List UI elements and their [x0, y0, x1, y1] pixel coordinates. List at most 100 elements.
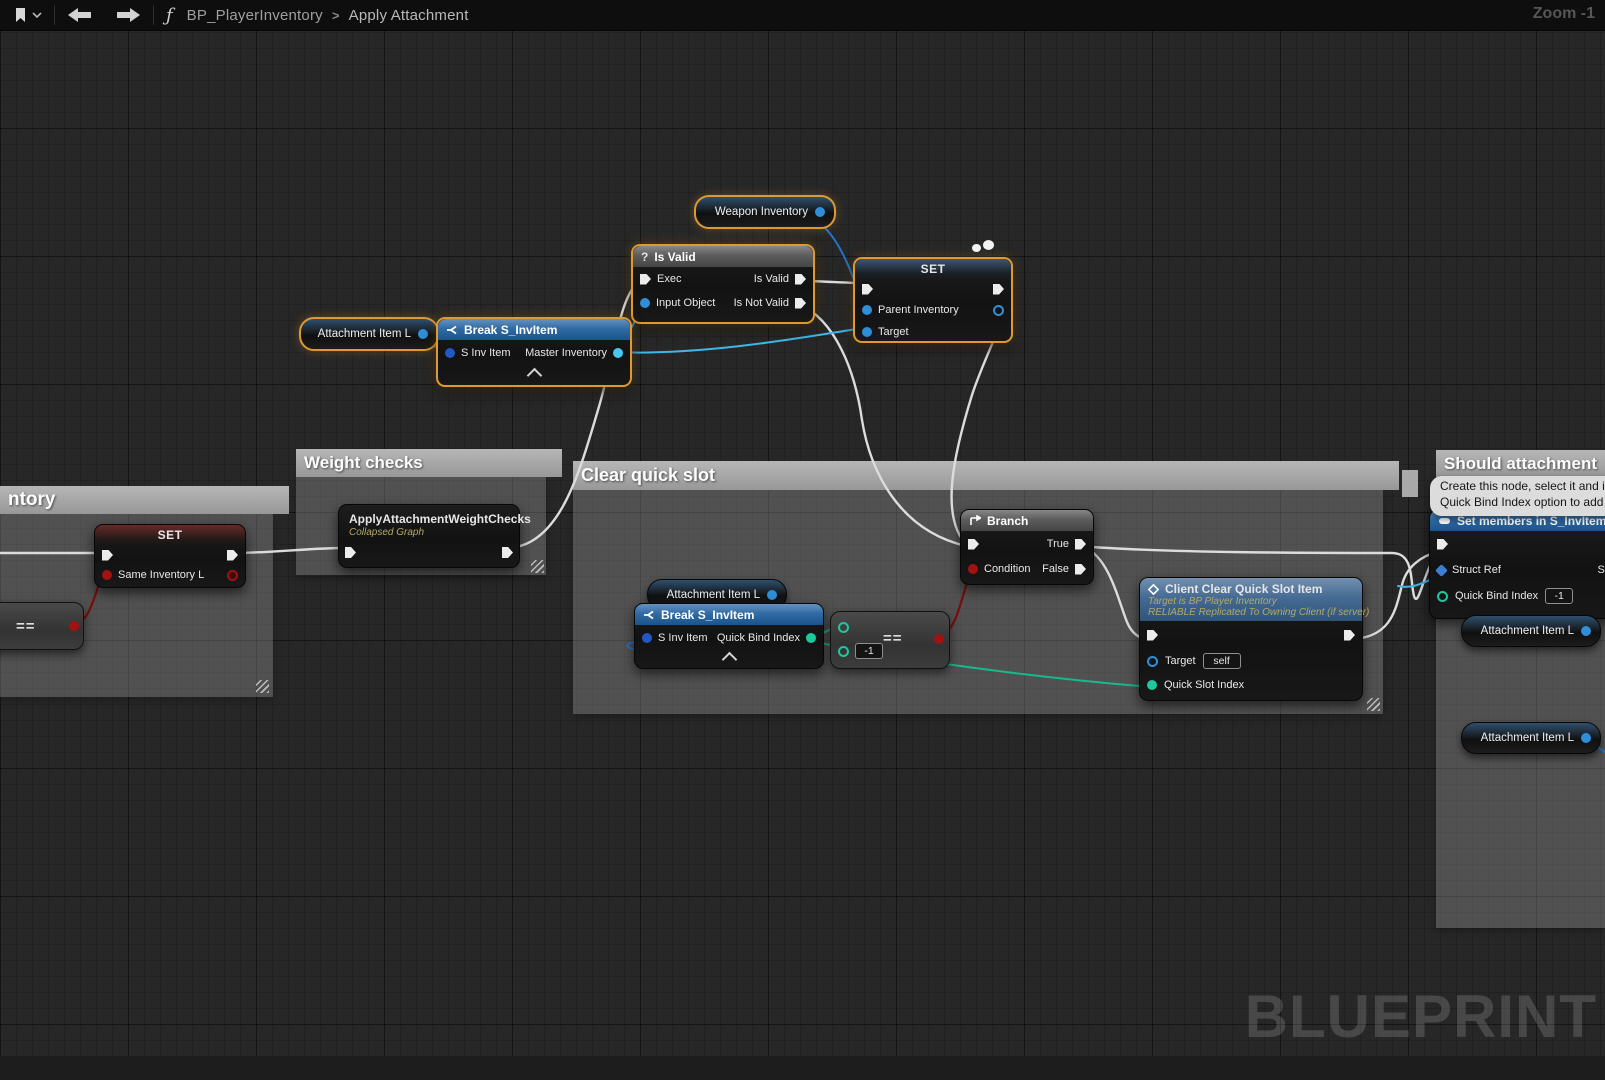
exec-in-pin[interactable]	[968, 539, 979, 550]
node-apply-attachment-weight-checks[interactable]: ApplyAttachmentWeightChecks Collapsed Gr…	[338, 504, 520, 568]
blueprint-watermark: BLUEPRINT	[1245, 982, 1597, 1051]
int-in-pin[interactable]	[1437, 591, 1448, 602]
exec-in-pin[interactable]	[862, 284, 873, 295]
object-out-pin[interactable]	[815, 207, 825, 217]
expand-chevron-icon[interactable]	[526, 368, 542, 384]
collapsed-graph-subtitle: Collapsed Graph	[339, 526, 519, 538]
variable-label: Attachment Item L	[1481, 625, 1574, 637]
object-out-pin[interactable]	[418, 329, 428, 339]
node-equal-mid[interactable]: -1 ==	[830, 611, 950, 669]
back-button[interactable]	[67, 7, 93, 23]
breadcrumb-separator-icon: >	[332, 8, 340, 23]
object-out-pin[interactable]	[1581, 626, 1591, 636]
breadcrumb-root[interactable]: BP_PlayerInventory	[187, 7, 323, 24]
target-self-pin[interactable]	[1147, 656, 1158, 667]
exec-out-pin[interactable]	[993, 284, 1004, 295]
node-set-same-inventory[interactable]: SET Same Inventory L	[94, 524, 246, 588]
forward-button[interactable]	[115, 7, 141, 23]
pin-label: Target	[878, 326, 909, 338]
int-out-pin[interactable]	[806, 633, 816, 643]
rpc-node-title: Client Clear Quick Slot Item	[1165, 582, 1322, 596]
node-break-s-invitem-top[interactable]: Break S_InvItem S Inv Item Master Invent…	[436, 317, 632, 387]
comment-weight-checks-resize-handle[interactable]	[531, 560, 544, 573]
pin-label: Exec	[657, 273, 681, 285]
expand-chevron-icon[interactable]	[721, 652, 737, 668]
node-is-valid[interactable]: ? Is Valid Exec Is Valid Input Object Is…	[631, 244, 815, 324]
struct-pin[interactable]	[445, 348, 455, 358]
node-equal-left[interactable]: ==	[0, 602, 84, 650]
pin-label: Condition	[984, 563, 1030, 575]
comment-inventory-resize-handle[interactable]	[256, 680, 269, 693]
exec-in-pin[interactable]	[102, 550, 113, 561]
node-set-members-s-invitem[interactable]: Set members in S_InvItem Struct Ref Stru…	[1429, 509, 1605, 619]
node-set-parent-inventory[interactable]: SET Parent Inventory Target	[853, 257, 1013, 343]
object-pin[interactable]	[862, 327, 872, 337]
exec-out-pin[interactable]	[1344, 630, 1355, 641]
comment-clear-quick-slot-title[interactable]: Clear quick slot	[573, 461, 1399, 490]
comment-weight-checks-title[interactable]: Weight checks	[296, 449, 562, 477]
set-node-title: SET	[95, 525, 245, 545]
pin-label: Is Not Valid	[734, 297, 789, 309]
exec-true-pin[interactable]	[1075, 539, 1086, 550]
pin-label: Quick Bind Index	[1455, 590, 1538, 602]
qbi-value-field[interactable]: -1	[1545, 588, 1573, 604]
exec-in-pin[interactable]	[640, 274, 651, 285]
pin-label: Target	[1165, 655, 1196, 667]
exec-in-pin[interactable]	[1437, 539, 1448, 550]
object-pin[interactable]	[640, 298, 650, 308]
node-get-attachment-item-r1[interactable]: Attachment Item L	[1461, 615, 1601, 647]
exec-out-pin[interactable]	[227, 550, 238, 561]
int-in-pin[interactable]	[838, 646, 849, 657]
int-default-value[interactable]: -1	[855, 643, 883, 659]
struct-pin[interactable]	[642, 633, 652, 643]
object-out-pin[interactable]	[1581, 733, 1591, 743]
pin-label: S Inv Item	[461, 347, 511, 359]
break-title: Break S_InvItem	[661, 608, 754, 622]
node-break-s-invitem-mid[interactable]: Break S_InvItem S Inv Item Quick Bind In…	[634, 603, 824, 669]
int-in-pin[interactable]	[1147, 680, 1157, 690]
node-branch[interactable]: Branch True Condition False	[960, 509, 1094, 585]
int-in-pin[interactable]	[838, 622, 849, 633]
exec-in-pin[interactable]	[1147, 630, 1158, 641]
function-icon: ƒ	[166, 5, 173, 26]
node-client-clear-quick-slot-item[interactable]: Client Clear Quick Slot Item Target is B…	[1139, 577, 1363, 701]
node-indicator-bubble	[972, 244, 981, 252]
node-get-attachment-item-r2[interactable]: Attachment Item L	[1461, 722, 1601, 754]
pin-label: S Inv Item	[658, 632, 708, 644]
breadcrumb[interactable]: BP_PlayerInventory > Apply Attachment	[187, 7, 469, 24]
exec-in-pin[interactable]	[345, 547, 356, 558]
bookmark-icon[interactable]	[14, 6, 28, 24]
pin-label: Master Inventory	[525, 347, 607, 359]
comment-clear-quick-slot-resize-handle[interactable]	[1367, 698, 1380, 711]
comment-inventory-title[interactable]: ntory	[0, 486, 289, 514]
object-pin[interactable]	[862, 305, 872, 315]
tooltip: Create this node, select it and in th Qu…	[1430, 476, 1605, 516]
tooltip-line2: Quick Bind Index option to add the	[1440, 494, 1605, 510]
bool-pin[interactable]	[968, 564, 978, 574]
object-out-pin[interactable]	[767, 590, 777, 600]
rpc-diamond-icon	[1148, 584, 1159, 595]
target-value-field[interactable]: self	[1203, 653, 1241, 669]
bool-out-pin[interactable]	[227, 570, 238, 581]
bookmark-dropdown-chevron-icon[interactable]	[32, 11, 42, 19]
pin-label: Struct Ref	[1452, 564, 1501, 576]
comment-should-attachment-title[interactable]: Should attachment	[1436, 450, 1605, 478]
exec-false-pin[interactable]	[1075, 564, 1086, 575]
exec-out-pin[interactable]	[502, 547, 513, 558]
struct-ref-pin[interactable]	[1435, 564, 1448, 577]
node-get-attachment-item-top[interactable]: Attachment Item L	[299, 317, 439, 351]
exec-out-valid-pin[interactable]	[795, 274, 806, 285]
breadcrumb-current: Apply Attachment	[349, 7, 469, 24]
equal-op-label: ==	[16, 618, 36, 635]
node-get-weapon-inventory[interactable]: Weapon Inventory	[694, 195, 836, 229]
exec-out-invalid-pin[interactable]	[795, 298, 806, 309]
collapsed-graph-title: ApplyAttachmentWeightChecks	[339, 505, 519, 526]
variable-label: Attachment Item L	[667, 589, 760, 601]
bool-pin[interactable]	[102, 570, 112, 580]
bool-out-pin[interactable]	[934, 634, 944, 644]
object-out-pin[interactable]	[993, 305, 1004, 316]
comment-fragment	[1402, 470, 1418, 497]
object-out-pin[interactable]	[613, 348, 623, 358]
zoom-level-label: Zoom -1	[1533, 5, 1595, 23]
bool-out-pin[interactable]	[69, 621, 79, 631]
